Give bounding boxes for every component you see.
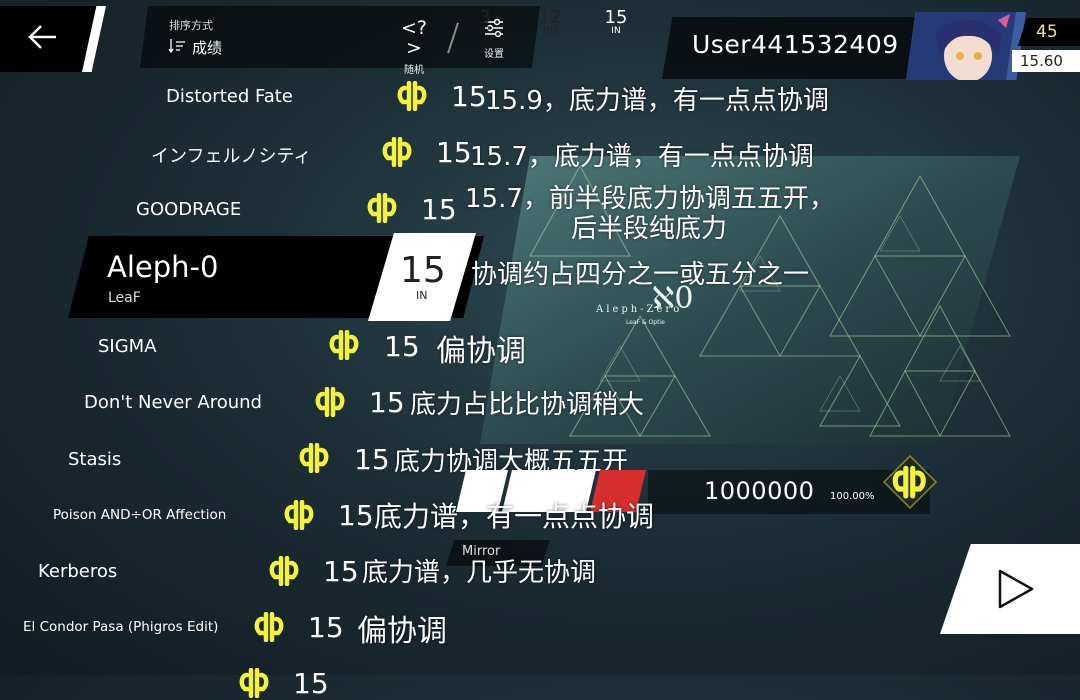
difficulty-label: HD (543, 26, 557, 36)
selected-level: 15 (400, 250, 446, 291)
illustration-logo-text: Aleph-Zero (595, 304, 682, 315)
random-button[interactable]: <?> 随机 (396, 17, 432, 76)
best-accuracy: 100.00% (830, 491, 875, 502)
song-level: 15 (384, 330, 420, 363)
song-title[interactable]: インフェルノシティ (151, 142, 311, 168)
random-icon: <?> (400, 17, 427, 59)
song-level: 15 (451, 80, 487, 113)
song-level: 15 (421, 193, 457, 226)
random-label: 随机 (404, 65, 424, 76)
sort-icon[interactable] (168, 38, 186, 54)
song-title[interactable]: SIGMA (98, 336, 157, 357)
difficulty-in[interactable]: 15 IN (598, 0, 634, 42)
difficulty-value: 3 (479, 7, 491, 28)
song-title[interactable]: El Condor Pasa (Phigros Edit) (23, 619, 218, 635)
difficulty-hd[interactable]: 12 HD (532, 0, 568, 42)
song-comment: 底力占比比协调稍大 (410, 390, 645, 420)
phi-rank-icon (314, 387, 346, 417)
song-level: 15 (323, 555, 359, 588)
song-comment: 偏协调 (436, 334, 526, 369)
song-level: 15 (293, 667, 329, 700)
selected-song-comment: 协调约占四分之一或五分之一 (471, 260, 810, 290)
song-level: 15 (338, 499, 374, 532)
song-comment: 底力谱，有一点点协调 (374, 500, 655, 533)
phi-rank-icon (253, 612, 285, 642)
difficulty-label: IN (611, 26, 621, 36)
back-arrow-icon (28, 25, 56, 49)
song-comment: 底力谱，几乎无协调 (362, 558, 597, 588)
song-comment: 15.9，底力谱，有一点点协调 (485, 86, 829, 116)
song-title[interactable]: Stasis (68, 449, 121, 470)
difficulty-value: 12 (538, 7, 562, 28)
selected-difficulty: IN (416, 289, 428, 302)
phi-rank-icon (298, 443, 330, 473)
difficulty-label: EZ (479, 26, 491, 36)
song-level: 15 (308, 611, 344, 644)
play-icon[interactable] (996, 568, 1036, 610)
settings-label: 设置 (484, 49, 504, 60)
sort-caption: 排序方式 (169, 19, 213, 32)
username: User441532409 (692, 30, 899, 59)
player-rks: 15.60 (1020, 52, 1063, 70)
song-title[interactable]: Poison AND÷OR Affection (53, 507, 226, 523)
phi-rank-icon (366, 193, 398, 223)
song-comment: 偏协调 (357, 614, 447, 649)
song-level: 15 (436, 136, 472, 169)
phi-rank-icon (328, 330, 360, 360)
player-level: 45 (1036, 22, 1058, 42)
difficulty-ez[interactable]: 3 EZ (470, 0, 500, 42)
best-score: 1000000 (704, 477, 815, 505)
song-level: 15 (354, 443, 390, 476)
illustration-logo-sub: LeaF & Optie (626, 319, 665, 326)
phi-rank-icon (396, 81, 428, 111)
phi-rank-icon (381, 137, 413, 167)
sort-value[interactable]: 成绩 (192, 37, 222, 58)
difficulty-value: 15 (604, 7, 628, 28)
avatar[interactable] (906, 12, 1026, 80)
selected-song-title: Aleph-0 (107, 250, 219, 284)
song-comment: 15.7，底力谱，有一点点协调 (470, 142, 814, 172)
selected-song-artist: LeaF (108, 290, 141, 306)
phi-rank-icon (238, 668, 270, 698)
song-title[interactable]: GOODRAGE (136, 199, 241, 220)
song-title[interactable]: Kerberos (38, 561, 117, 582)
phi-rank-icon (283, 500, 315, 530)
phi-rank-icon (268, 556, 300, 586)
song-level: 15 (369, 386, 405, 419)
song-title[interactable]: Distorted Fate (166, 86, 293, 107)
song-title[interactable]: Don't Never Around (84, 392, 262, 413)
song-comment-line2: 后半段纯底力 (571, 214, 728, 244)
phi-rank-icon (882, 454, 938, 510)
